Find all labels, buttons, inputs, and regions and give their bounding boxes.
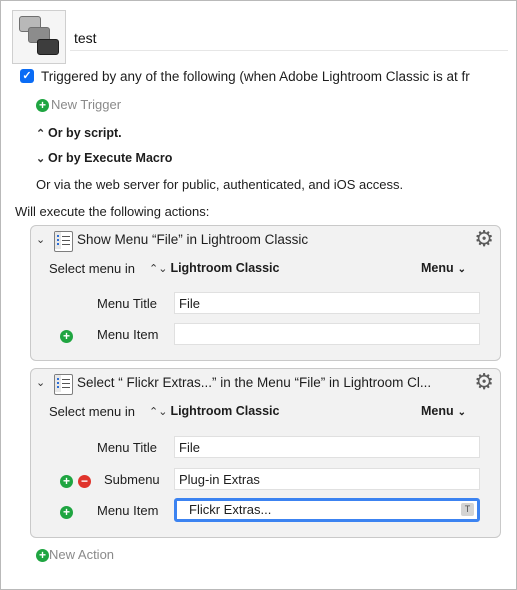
new-trigger-button[interactable]: + New Trigger [36, 97, 122, 113]
actions-heading: Will execute the following actions: [15, 204, 210, 219]
trigger-label: Triggered by any of the following (when … [41, 69, 470, 84]
updown-chevron-icon: ⌃ [36, 128, 46, 140]
popup-arrows-icon: ⌃⌄ [149, 406, 168, 418]
add-icon: + [60, 475, 73, 489]
gear-icon[interactable]: ⚙ [474, 228, 494, 250]
new-trigger-label: New Trigger [51, 97, 122, 112]
chevron-down-icon: ⌄ [457, 407, 467, 418]
gear-icon[interactable]: ⚙ [474, 371, 494, 393]
select-menu-label: Select menu in [49, 404, 135, 419]
menu-item-field[interactable]: Flickr Extras... T [174, 498, 480, 522]
menu-item-label: Menu Item [97, 503, 159, 518]
new-action-button[interactable]: + New Action [36, 547, 115, 563]
or-by-script-toggle[interactable]: ⌃ Or by script. [36, 126, 122, 140]
menu-popup-label: Menu [421, 261, 454, 275]
action-panel-show-menu: ⌄ Show Menu “File” in Lightroom Classic … [30, 225, 501, 361]
text-token-button[interactable]: T [461, 503, 474, 516]
add-icon: + [60, 506, 73, 520]
submenu-field[interactable]: Plug-in Extras [174, 468, 480, 490]
menu-item-field[interactable] [174, 323, 480, 345]
menu-item-row: + Menu Item [31, 323, 500, 347]
application-name: Lightroom Classic [170, 404, 280, 418]
menu-title-field[interactable]: File [174, 292, 480, 314]
application-name: Lightroom Classic [170, 261, 280, 275]
or-by-execute-macro-label: Or by Execute Macro [48, 151, 173, 165]
menu-action-icon [54, 231, 73, 252]
macro-name-field[interactable] [70, 26, 508, 51]
application-popup[interactable]: ⌃⌄ Lightroom Classic [149, 404, 279, 418]
popup-arrows-icon: ⌃⌄ [149, 263, 168, 275]
web-server-text: Or via the web server for public, authen… [36, 177, 404, 192]
menu-item-value: Flickr Extras... [189, 502, 272, 517]
disclosure-triangle-icon[interactable]: ⌄ [36, 233, 45, 246]
menu-title-field[interactable]: File [174, 436, 480, 458]
select-menu-row: Select menu in ⌃⌄ Lightroom Classic Menu ⌄ [31, 401, 500, 425]
submenu-label: Submenu [104, 472, 160, 487]
add-icon: + [36, 549, 49, 563]
menu-title-row: Menu Title File [31, 436, 500, 460]
action-header: ⌄ Show Menu “File” in Lightroom Classic … [31, 226, 500, 254]
menu-action-icon [54, 374, 73, 395]
menu-popup-label: Menu [421, 404, 454, 418]
submenu-row: + − Submenu Plug-in Extras [31, 468, 500, 492]
add-submenu-button[interactable]: + [60, 328, 73, 344]
menu-title-row: Menu Title File [31, 292, 500, 316]
select-menu-label: Select menu in [49, 261, 135, 276]
select-menu-row: Select menu in ⌃⌄ Lightroom Classic Menu ⌄ [31, 258, 500, 282]
action-title: Select “ Flickr Extras...” in the Menu “… [77, 375, 432, 390]
menu-title-label: Menu Title [97, 440, 157, 455]
disclosure-triangle-icon[interactable]: ⌄ [36, 376, 45, 389]
menu-popup[interactable]: Menu ⌄ [421, 404, 466, 418]
or-by-script-label: Or by script. [48, 126, 122, 140]
application-popup[interactable]: ⌃⌄ Lightroom Classic [149, 261, 279, 275]
add-submenu-button[interactable]: + [60, 473, 73, 489]
menu-popup[interactable]: Menu ⌄ [421, 261, 466, 275]
menu-item-row: + Menu Item Flickr Extras... T [31, 498, 500, 523]
menu-item-label: Menu Item [97, 327, 159, 342]
window-icon [37, 39, 59, 55]
or-by-execute-macro-toggle[interactable]: ⌄ Or by Execute Macro [36, 151, 172, 165]
trigger-checkbox[interactable]: ✓ [20, 69, 34, 83]
chevron-down-icon: ⌄ [457, 264, 467, 275]
action-panel-select-menu: ⌄ Select “ Flickr Extras...” in the Menu… [30, 368, 501, 538]
chevron-down-icon: ⌄ [36, 153, 46, 165]
add-icon: + [60, 330, 73, 344]
remove-submenu-button[interactable]: − [78, 473, 91, 489]
action-title: Show Menu “File” in Lightroom Classic [77, 232, 309, 247]
add-icon: + [36, 99, 49, 113]
macro-icon-well[interactable] [12, 10, 66, 64]
new-action-label: New Action [49, 547, 115, 562]
action-header: ⌄ Select “ Flickr Extras...” in the Menu… [31, 369, 500, 397]
remove-icon: − [78, 475, 91, 489]
add-submenu-button[interactable]: + [60, 504, 73, 520]
menu-title-label: Menu Title [97, 296, 157, 311]
